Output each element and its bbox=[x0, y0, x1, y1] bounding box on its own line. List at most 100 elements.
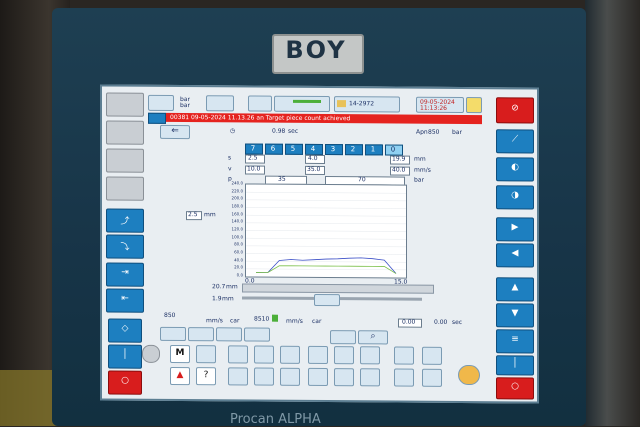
chart-gridline bbox=[246, 253, 406, 255]
plasticize-button[interactable]: ◀ bbox=[496, 243, 534, 268]
position-unit: mm bbox=[226, 283, 238, 291]
arrow-left-icon: ⇐ bbox=[171, 125, 179, 137]
search-icon: ⌕ bbox=[370, 331, 376, 342]
stop-button-top[interactable]: ⊘ bbox=[496, 97, 534, 124]
stage-label-6: 6 bbox=[270, 144, 276, 153]
arrow-tile[interactable]: ⇐ bbox=[160, 124, 190, 140]
grid-icon-12[interactable] bbox=[308, 367, 328, 387]
plasticize-icon: ◀ bbox=[511, 248, 519, 259]
help-button[interactable]: ? bbox=[196, 367, 216, 386]
tool-button-2[interactable] bbox=[188, 327, 214, 342]
menu-button-3[interactable] bbox=[106, 148, 144, 173]
mold-open-button[interactable]: ⤴ bbox=[106, 208, 144, 233]
chart-gridline bbox=[246, 191, 406, 194]
purge-icon: ≡ bbox=[511, 334, 519, 345]
y-tick-label: 100.0 bbox=[231, 234, 243, 240]
unit-car-2: car bbox=[312, 317, 322, 326]
heater-bar bbox=[293, 99, 321, 104]
menu-button-1[interactable] bbox=[106, 92, 144, 117]
grid-icon-2[interactable] bbox=[254, 345, 274, 364]
cycle-unit: sec bbox=[288, 127, 299, 135]
position-value: 20.7 bbox=[212, 283, 226, 291]
tool-button-1[interactable] bbox=[160, 326, 186, 342]
home-button[interactable]: ◇ bbox=[108, 318, 142, 343]
grid-icon-16[interactable] bbox=[422, 368, 442, 387]
ejector-back-button[interactable]: ⇤ bbox=[106, 288, 144, 313]
grid-icon-14[interactable] bbox=[360, 368, 380, 387]
stop-button-left[interactable]: ○ bbox=[108, 370, 142, 395]
screw-icon[interactable] bbox=[314, 293, 340, 307]
motor-button[interactable]: │ bbox=[108, 344, 142, 369]
grid-icon-10[interactable] bbox=[254, 367, 274, 386]
unit-car-1: car bbox=[230, 317, 240, 325]
p-unit: bar bbox=[414, 176, 424, 184]
chart-y-axis: 240.0 220.0 200.0 180.0 160.0 140.0 120.0 100.0… bbox=[220, 180, 244, 277]
nozzle-button[interactable]: ⟋ bbox=[496, 129, 534, 154]
menu-button-2[interactable] bbox=[106, 120, 144, 145]
alarm-prefix bbox=[148, 112, 166, 124]
y-tick-label: 40.0 bbox=[234, 257, 243, 263]
hmi-screen: ⤴ ⤵ ⇥ ⇤ ◇ │ ○ ⊘ ⟋ ◐ ◑ ▶ ◀ ▲ ▼ ≡ │ ○ bar … bbox=[100, 84, 539, 404]
injection-button[interactable]: ▶ bbox=[496, 217, 534, 242]
unit-forward-button[interactable]: ▲ bbox=[496, 277, 534, 302]
grid-icon-11[interactable] bbox=[280, 367, 300, 386]
status-tile-2[interactable] bbox=[206, 95, 234, 112]
stage-label-2: 2 bbox=[350, 144, 356, 153]
key-icon[interactable] bbox=[466, 97, 482, 114]
screw-button-1[interactable]: ◐ bbox=[496, 157, 534, 182]
chart-gridline bbox=[246, 260, 406, 263]
menu-button-4[interactable] bbox=[106, 176, 144, 201]
row-label-s: s bbox=[228, 154, 232, 162]
grid-icon-8[interactable] bbox=[422, 346, 442, 365]
stage-label-4: 4 bbox=[310, 144, 316, 153]
status-tile-1[interactable] bbox=[148, 94, 174, 111]
ejector-icon: ⇥ bbox=[121, 267, 129, 278]
mode-manual-button[interactable]: M bbox=[170, 344, 190, 364]
grid-icon-9[interactable] bbox=[228, 367, 248, 386]
y-tick-label: 220.0 bbox=[231, 188, 243, 194]
unit-back-button[interactable]: ▼ bbox=[496, 303, 534, 328]
time-b: 0.00 bbox=[434, 318, 448, 326]
mold-icon: ⤵ bbox=[120, 242, 130, 253]
grid-icon-15[interactable] bbox=[394, 368, 414, 387]
datetime-tile[interactable]: 09-05-2024 11:13:26 bbox=[416, 96, 464, 114]
ejector-forward-button[interactable]: ⇥ bbox=[106, 262, 144, 287]
stage-label-7: 7 bbox=[250, 144, 256, 153]
v-mid-value: 35.0 bbox=[307, 165, 321, 174]
stage-label-3: 3 bbox=[330, 144, 336, 153]
tool-button-4[interactable] bbox=[244, 327, 270, 342]
search-button[interactable]: ⌕ bbox=[358, 330, 388, 345]
heating-button[interactable]: │ bbox=[496, 355, 534, 376]
grid-icon-6[interactable] bbox=[360, 346, 380, 365]
panel-caption: Procan ALPHA bbox=[230, 412, 321, 427]
purge-button[interactable]: ≡ bbox=[496, 329, 534, 354]
status-indicator bbox=[272, 314, 278, 322]
bottom-mid-value: 8510 bbox=[254, 315, 270, 323]
grid-icon-13[interactable] bbox=[334, 368, 354, 387]
grid-icon-3[interactable] bbox=[280, 345, 300, 364]
stop-button-right[interactable]: ○ bbox=[496, 377, 534, 400]
counter-tile[interactable]: 14-2972 bbox=[334, 96, 400, 113]
apn-unit: bar bbox=[452, 128, 462, 136]
mold-close-button[interactable]: ⤵ bbox=[106, 234, 144, 259]
tool-button-3[interactable] bbox=[216, 327, 242, 342]
time-a: 0.00 bbox=[402, 318, 416, 326]
chart-gridline bbox=[246, 222, 406, 225]
p-mid-value: 35 bbox=[278, 175, 286, 183]
settings-icon[interactable] bbox=[142, 344, 160, 363]
tool-button-5[interactable] bbox=[330, 330, 356, 345]
grid-icon-5[interactable] bbox=[334, 346, 354, 365]
screw-button-2[interactable]: ◑ bbox=[496, 185, 534, 210]
heater-status-tile[interactable] bbox=[274, 95, 330, 113]
grid-icon-1[interactable] bbox=[228, 345, 248, 364]
grid-icon-4[interactable] bbox=[308, 345, 328, 365]
chart-gridline bbox=[246, 207, 406, 209]
hand-icon[interactable] bbox=[196, 345, 216, 364]
grid-icon-7[interactable] bbox=[394, 346, 414, 365]
status-tile-3[interactable] bbox=[248, 95, 272, 112]
counter-value: 14-2972 bbox=[349, 100, 375, 108]
unit-mm-s-1: mm/s bbox=[206, 317, 223, 325]
folder-icon bbox=[337, 100, 346, 108]
warning-button[interactable]: ▲ bbox=[170, 366, 190, 386]
robot-icon[interactable] bbox=[458, 364, 480, 386]
